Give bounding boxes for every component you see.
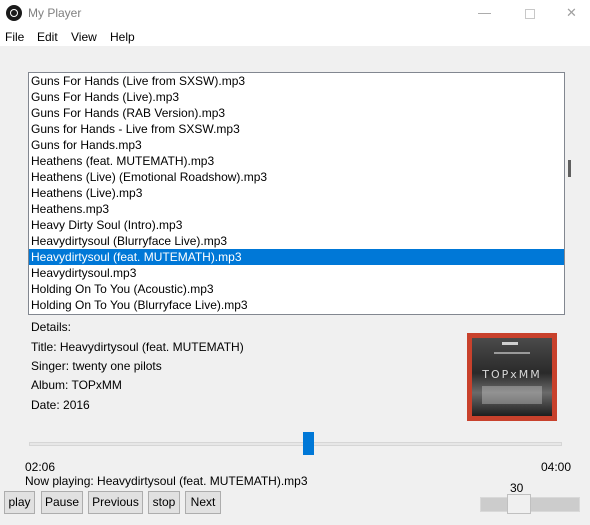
list-item[interactable]: Holding On To You (Blurryface Live).mp3: [29, 297, 564, 313]
maximize-button[interactable]: [507, 0, 552, 27]
list-item[interactable]: Guns For Hands (RAB Version).mp3: [29, 105, 564, 121]
details-album: Album: TOPxMM: [31, 378, 122, 392]
close-button[interactable]: ✕: [549, 0, 590, 27]
seek-bar[interactable]: [29, 442, 562, 446]
details-heading: Details:: [31, 320, 72, 334]
elapsed-time: 02:06: [25, 460, 56, 474]
list-item[interactable]: Holding On To You (Acoustic).mp3: [29, 281, 564, 297]
list-item[interactable]: Guns for Hands - Live from SXSW.mp3: [29, 121, 564, 137]
menu-bar: File Edit View Help: [0, 27, 590, 47]
maximize-icon: [524, 8, 535, 19]
menu-view[interactable]: View: [71, 30, 97, 44]
menu-edit[interactable]: Edit: [37, 30, 58, 44]
details-title: Title: Heavydirtysoul (feat. MUTEMATH): [31, 340, 244, 354]
window-title: My Player: [28, 6, 82, 20]
volume-slider-thumb[interactable]: [507, 494, 531, 514]
list-item[interactable]: Heavydirtysoul (feat. MUTEMATH).mp3: [29, 249, 564, 265]
album-cover-image: TOPxMM: [472, 338, 552, 416]
list-item[interactable]: Heavy Dirty Soul (Intro).mp3: [29, 217, 564, 233]
next-button[interactable]: Next: [185, 491, 221, 514]
menu-file[interactable]: File: [5, 30, 24, 44]
seek-thumb[interactable]: [303, 432, 314, 455]
album-subtitle-mark: [494, 352, 530, 354]
stop-button[interactable]: stop: [148, 491, 180, 514]
volume-value: 30: [510, 481, 524, 495]
play-button[interactable]: play: [4, 491, 35, 514]
list-item[interactable]: Heavydirtysoul.mp3: [29, 265, 564, 281]
previous-button[interactable]: Previous: [88, 491, 143, 514]
pause-button[interactable]: Pause: [41, 491, 83, 514]
minimize-button[interactable]: —: [462, 0, 507, 27]
list-item[interactable]: Heathens (Live) (Emotional Roadshow).mp3: [29, 169, 564, 185]
now-playing-label: Now playing: Heavydirtysoul (feat. MUTEM…: [25, 474, 308, 488]
album-art: TOPxMM: [467, 333, 557, 421]
details-singer: Singer: twenty one pilots: [31, 359, 162, 373]
app-icon: [6, 5, 22, 21]
list-item[interactable]: Guns For Hands (Live from SXSW).mp3: [29, 73, 564, 89]
list-item[interactable]: Heavydirtysoul (Blurryface Live).mp3: [29, 233, 564, 249]
list-item[interactable]: Heathens (Live).mp3: [29, 185, 564, 201]
album-logo-mark: [502, 342, 518, 345]
menu-help[interactable]: Help: [110, 30, 135, 44]
list-item[interactable]: Guns for Hands.mp3: [29, 137, 564, 153]
album-cover-text: TOPxMM: [482, 368, 542, 381]
list-item[interactable]: Heathens (feat. MUTEMATH).mp3: [29, 153, 564, 169]
list-item[interactable]: Guns For Hands (Live).mp3: [29, 89, 564, 105]
playlist-listbox[interactable]: Guns For Hands (Live from SXSW).mp3 Guns…: [28, 72, 565, 315]
list-item[interactable]: Heathens.mp3: [29, 201, 564, 217]
total-time: 04:00: [541, 460, 572, 474]
playlist-scrollbar-thumb[interactable]: [568, 160, 571, 177]
album-cover-photo: [482, 386, 542, 404]
details-date: Date: 2016: [31, 398, 90, 412]
title-bar: My Player — ✕: [0, 0, 590, 27]
